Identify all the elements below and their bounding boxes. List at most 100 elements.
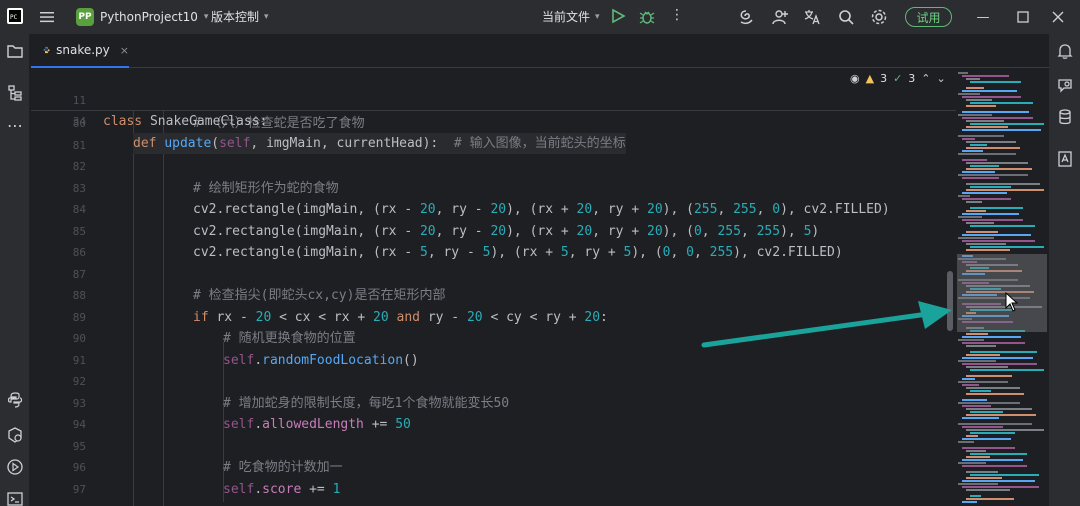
minimap-line — [966, 471, 998, 473]
minimap-line — [962, 117, 1033, 119]
code-text: self.allowedLength += 50 — [223, 417, 411, 432]
minimap-line — [966, 393, 1024, 395]
structure-icon[interactable] — [6, 84, 24, 102]
chevron-down-icon: ▾ — [203, 12, 209, 22]
reader-mode-icon[interactable]: ◉ — [850, 72, 860, 85]
minimap-line — [962, 438, 1011, 440]
more-tools-icon[interactable]: ⋯ — [6, 116, 24, 135]
code-text: cv2.rectangle(imgMain, (rx - 5, ry - 5),… — [193, 245, 843, 260]
code-line[interactable]: 95 — [31, 436, 956, 458]
minimap-line — [966, 183, 1040, 185]
python-packages-icon[interactable] — [6, 391, 24, 409]
minimap-line — [962, 177, 999, 179]
debug-bug-icon[interactable] — [638, 8, 656, 26]
line-number: 93 — [72, 396, 86, 410]
previous-highlight-icon[interactable]: ⌃ — [921, 72, 930, 85]
check-icon: ✓ — [893, 72, 903, 85]
minimap-line — [958, 483, 998, 485]
documentation-icon[interactable] — [1056, 150, 1074, 168]
warning-icon: ▲ — [865, 72, 875, 85]
sticky-line-class[interactable]: 11 class SnakeGameClass: — [31, 68, 956, 130]
code-line[interactable]: 92 — [31, 371, 956, 393]
minimap-line — [958, 462, 986, 464]
add-user-icon[interactable] — [771, 8, 789, 26]
translate-icon[interactable] — [803, 8, 821, 26]
minimap-line — [970, 165, 999, 167]
tab-close-icon[interactable]: × — [120, 44, 129, 57]
chevron-down-icon: ▾ — [595, 11, 600, 22]
warning-count: 3 — [880, 72, 888, 85]
services-icon[interactable] — [6, 426, 24, 444]
gear-icon[interactable] — [870, 8, 888, 26]
minimap-line — [970, 246, 1044, 248]
code-line[interactable]: 84 cv2.rectangle(imgMain, (rx - 20, ry - … — [31, 199, 956, 221]
minimap-line — [970, 81, 1021, 83]
minimap-line — [958, 72, 968, 74]
vcs-menu[interactable]: 版本控制 ▾ — [211, 8, 269, 25]
minimap-line — [966, 87, 984, 89]
code-line[interactable]: 83 # 绘制矩形作为蛇的食物 — [31, 178, 956, 200]
line-number: 85 — [72, 224, 86, 238]
minimize-icon[interactable]: — — [975, 9, 991, 25]
code-editor[interactable]: 11 class SnakeGameClass: 34 def update(s… — [31, 68, 956, 506]
minimap-line — [966, 456, 990, 458]
minimap-line — [962, 501, 977, 503]
sticky-line-def[interactable]: 34 def update(self, imgMain, currentHead… — [31, 90, 956, 154]
run-play-icon[interactable] — [610, 8, 626, 24]
python-file-icon — [43, 46, 50, 54]
code-line[interactable]: 94 self.allowedLength += 50 — [31, 414, 956, 436]
minimap-line — [962, 159, 987, 161]
database-icon[interactable] — [1056, 108, 1074, 126]
minimap-line — [958, 93, 980, 95]
close-window-icon[interactable] — [1050, 9, 1066, 25]
code-minimap[interactable] — [956, 68, 1049, 506]
ai-chat-icon[interactable] — [1056, 76, 1074, 94]
ai-assistant-icon[interactable] — [737, 8, 755, 26]
sticky-scroll-header[interactable]: 11 class SnakeGameClass: 34 def update(s… — [31, 68, 956, 154]
code-text: if rx - 20 < cx < rx + 20 and ry - 20 < … — [193, 309, 608, 325]
code-text: cv2.rectangle(imgMain, (rx - 20, ry - 20… — [193, 202, 890, 217]
trial-button[interactable]: 试用 — [905, 7, 952, 27]
minimap-line — [962, 192, 1007, 194]
minimap-line — [966, 189, 1044, 191]
code-line[interactable]: 96 # 吃食物的计数加一 — [31, 457, 956, 479]
search-icon[interactable] — [837, 8, 855, 26]
minimap-line — [962, 336, 1021, 338]
minimap-line — [966, 429, 1044, 431]
run-tool-icon[interactable] — [6, 458, 24, 476]
minimap-line — [966, 345, 996, 347]
minimap-line — [966, 105, 996, 107]
minimap-line — [966, 168, 1032, 170]
code-line[interactable]: 82 — [31, 156, 956, 178]
code-text: class SnakeGameClass: — [103, 114, 268, 129]
next-highlight-icon[interactable]: ⌄ — [937, 72, 946, 85]
code-line[interactable]: 85 cv2.rectangle(imgMain, (rx - 20, ry - … — [31, 221, 956, 243]
code-line[interactable]: 86 cv2.rectangle(imgMain, (rx - 5, ry - 5… — [31, 242, 956, 264]
project-name: PythonProject10 — [100, 10, 198, 24]
title-bar: PC PP PythonProject10 ▾ 版本控制 ▾ 当前文件 ▾ ⋮ … — [0, 0, 1080, 34]
hamburger-menu-icon[interactable] — [38, 8, 56, 26]
project-selector[interactable]: PP PythonProject10 ▾ — [76, 7, 208, 27]
inspection-widget[interactable]: ◉ ▲ 3 ✓ 3 ⌃ ⌄ — [850, 72, 946, 85]
more-options-icon[interactable]: ⋮ — [670, 7, 684, 23]
code-line[interactable]: 97 self.score += 1 — [31, 479, 956, 501]
minimap-line — [958, 153, 1016, 155]
minimap-line — [958, 402, 1020, 404]
minimap-viewport[interactable] — [957, 254, 1047, 332]
minimap-line — [970, 432, 1015, 434]
minimap-line — [958, 360, 996, 362]
notifications-bell-icon[interactable] — [1056, 42, 1074, 60]
minimap-line — [966, 147, 1020, 149]
line-number: 88 — [72, 289, 86, 302]
maximize-icon[interactable] — [1015, 9, 1031, 25]
annotation-arrow-icon — [701, 301, 952, 348]
minimap-line — [970, 390, 991, 392]
run-configuration-selector[interactable]: 当前文件 ▾ — [542, 8, 600, 25]
code-line[interactable]: 93 # 增加蛇身的限制长度，每吃1个食物就能变长50 — [31, 393, 956, 415]
code-line[interactable]: 87 — [31, 264, 956, 286]
mouse-cursor-icon — [1005, 292, 1019, 312]
line-number: 89 — [72, 310, 86, 324]
terminal-icon[interactable] — [6, 490, 24, 506]
project-folder-icon[interactable] — [6, 42, 24, 60]
tab-snake-py[interactable]: snake.py × — [31, 34, 129, 68]
